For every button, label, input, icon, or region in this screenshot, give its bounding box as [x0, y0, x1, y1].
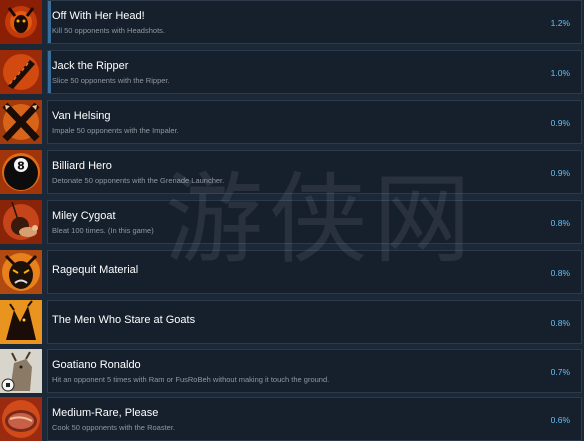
- achievement-description: Hit an opponent 5 times with Ram or FusR…: [52, 375, 330, 384]
- staring-goat-silhouette-icon: [0, 300, 42, 344]
- achievement-row[interactable]: Miley Cygoat Bleat 100 times. (In this g…: [0, 200, 584, 245]
- unlock-percentage: 0.9%: [550, 168, 570, 178]
- unlock-percentage: 0.8%: [550, 268, 570, 278]
- achievement-row[interactable]: Van Helsing Impale 50 opponents with the…: [0, 100, 584, 145]
- ripper-blade-icon: [0, 50, 42, 94]
- achievement-title: Jack the Ripper: [52, 60, 129, 72]
- achievement-description: Slice 50 opponents with the Ripper.: [52, 76, 170, 85]
- achievement-title: Ragequit Material: [52, 264, 139, 276]
- goat-head-target-icon: [0, 0, 42, 44]
- soccer-goat-icon: [0, 349, 42, 393]
- achievement-title: Goatiano Ronaldo: [52, 359, 141, 371]
- achievement-title: Off With Her Head!: [52, 10, 145, 22]
- achievement-panel: Billiard Hero Detonate 50 opponents with…: [47, 150, 582, 194]
- unlock-percentage: 0.7%: [550, 367, 570, 377]
- unlock-percentage: 1.2%: [550, 18, 570, 28]
- ball-number: 8: [17, 160, 25, 173]
- eight-ball-icon: 8: [0, 150, 42, 194]
- unlock-percentage: 1.0%: [550, 68, 570, 78]
- progress-bar: [48, 1, 51, 43]
- achievement-description: Bleat 100 times. (In this game): [52, 226, 154, 235]
- crossed-stakes-icon: [0, 100, 42, 144]
- achievement-row[interactable]: Off With Her Head! Kill 50 opponents wit…: [0, 0, 584, 45]
- achievement-description: Impale 50 opponents with the Impaler.: [52, 126, 179, 135]
- achievement-title: Medium-Rare, Please: [52, 407, 159, 419]
- achievement-panel: Van Helsing Impale 50 opponents with the…: [47, 100, 582, 144]
- achievement-panel: Off With Her Head! Kill 50 opponents wit…: [47, 0, 582, 44]
- achievement-panel: Jack the Ripper Slice 50 opponents with …: [47, 50, 582, 94]
- achievement-description: Cook 50 opponents with the Roaster.: [52, 423, 175, 432]
- achievement-row[interactable]: Ragequit Material 0.8%: [0, 250, 584, 295]
- achievement-title: Billiard Hero: [52, 160, 112, 172]
- achievement-panel: The Men Who Stare at Goats 0.8%: [47, 300, 582, 344]
- achievement-description: Kill 50 opponents with Headshots.: [52, 26, 165, 35]
- achievement-row[interactable]: The Men Who Stare at Goats 0.8%: [0, 300, 584, 345]
- achievement-list: Off With Her Head! Kill 50 opponents wit…: [0, 0, 584, 441]
- achievement-title: The Men Who Stare at Goats: [52, 314, 196, 326]
- achievement-row[interactable]: Medium-Rare, Please Cook 50 opponents wi…: [0, 397, 584, 441]
- wrecking-ball-goat-icon: [0, 200, 42, 244]
- progress-bar: [48, 51, 51, 93]
- unlock-percentage: 0.8%: [550, 218, 570, 228]
- achievement-panel: Ragequit Material 0.8%: [47, 250, 582, 294]
- achievement-description: Detonate 50 opponents with the Grenade L…: [52, 176, 225, 185]
- angry-goat-face-icon: [0, 250, 42, 294]
- steak-icon: [0, 397, 42, 441]
- achievement-row[interactable]: 8 Billiard Hero Detonate 50 opponents wi…: [0, 150, 584, 195]
- achievement-row[interactable]: Jack the Ripper Slice 50 opponents with …: [0, 50, 584, 95]
- achievement-panel: Goatiano Ronaldo Hit an opponent 5 times…: [47, 349, 582, 393]
- achievement-title: Van Helsing: [52, 110, 111, 122]
- achievement-title: Miley Cygoat: [52, 210, 116, 222]
- unlock-percentage: 0.8%: [550, 318, 570, 328]
- unlock-percentage: 0.9%: [550, 118, 570, 128]
- achievement-panel: Miley Cygoat Bleat 100 times. (In this g…: [47, 200, 582, 244]
- achievement-row[interactable]: Goatiano Ronaldo Hit an opponent 5 times…: [0, 349, 584, 394]
- achievement-panel: Medium-Rare, Please Cook 50 opponents wi…: [47, 397, 582, 441]
- unlock-percentage: 0.6%: [550, 415, 570, 425]
